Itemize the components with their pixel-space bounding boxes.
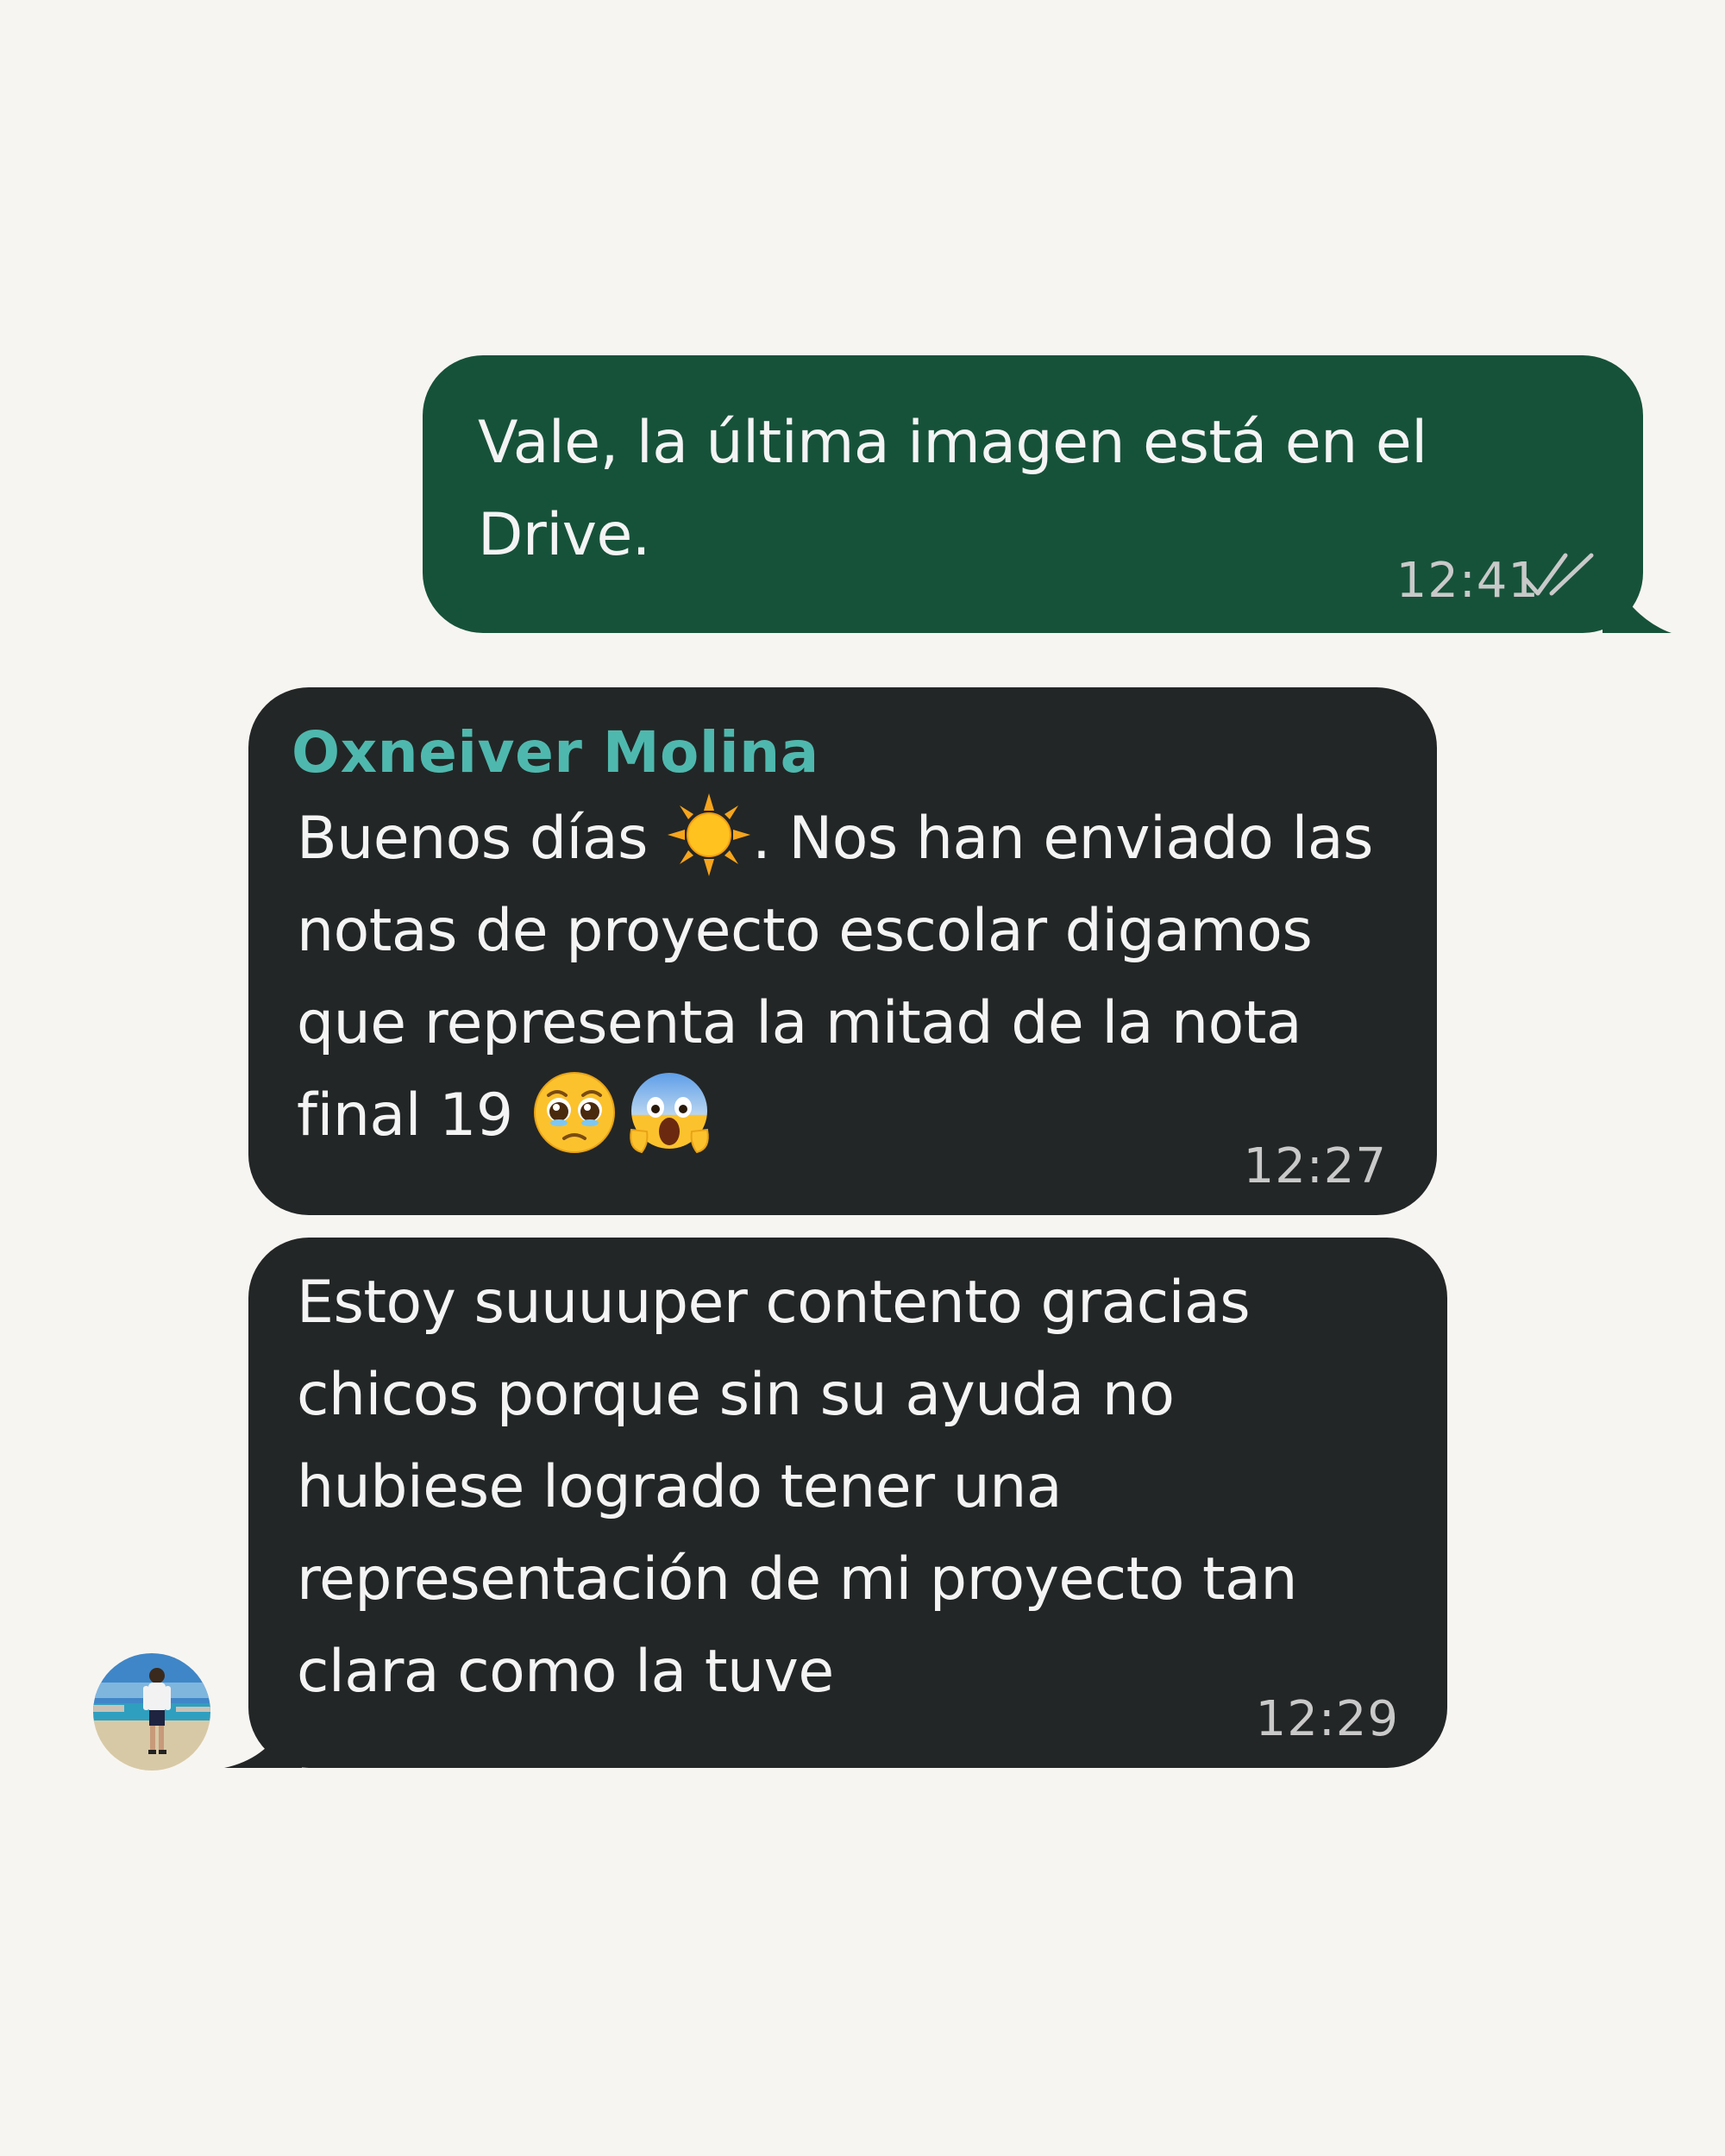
avatar[interactable] xyxy=(93,1653,210,1771)
outgoing-message-bubble[interactable]: Vale, la última imagen está en el Drive.… xyxy=(423,355,1643,633)
message-text-part: Buenos días xyxy=(297,805,667,873)
beach-photo-avatar xyxy=(93,1653,210,1771)
incoming-message-bubble[interactable]: Oxneiver Molina Buenos días . Nos han en… xyxy=(248,687,1437,1215)
message-timestamp: 12:41 xyxy=(1396,553,1540,609)
incoming-message-bubble[interactable]: Estoy suuuuper contento gracias chicos p… xyxy=(248,1238,1447,1768)
message-text: Estoy suuuuper contento gracias chicos p… xyxy=(297,1269,1297,1706)
message-text: Buenos días . Nos han enviado las notas … xyxy=(297,793,1394,1163)
message-timestamp: 12:29 xyxy=(1255,1691,1399,1747)
screaming-face-emoji xyxy=(630,1072,709,1154)
pleading-face-emoji xyxy=(533,1071,615,1153)
sun-emoji xyxy=(668,793,751,877)
double-check-icon xyxy=(1523,553,1594,596)
message-timestamp: 12:27 xyxy=(1243,1138,1387,1194)
sender-name[interactable]: Oxneiver Molina xyxy=(292,713,1394,793)
